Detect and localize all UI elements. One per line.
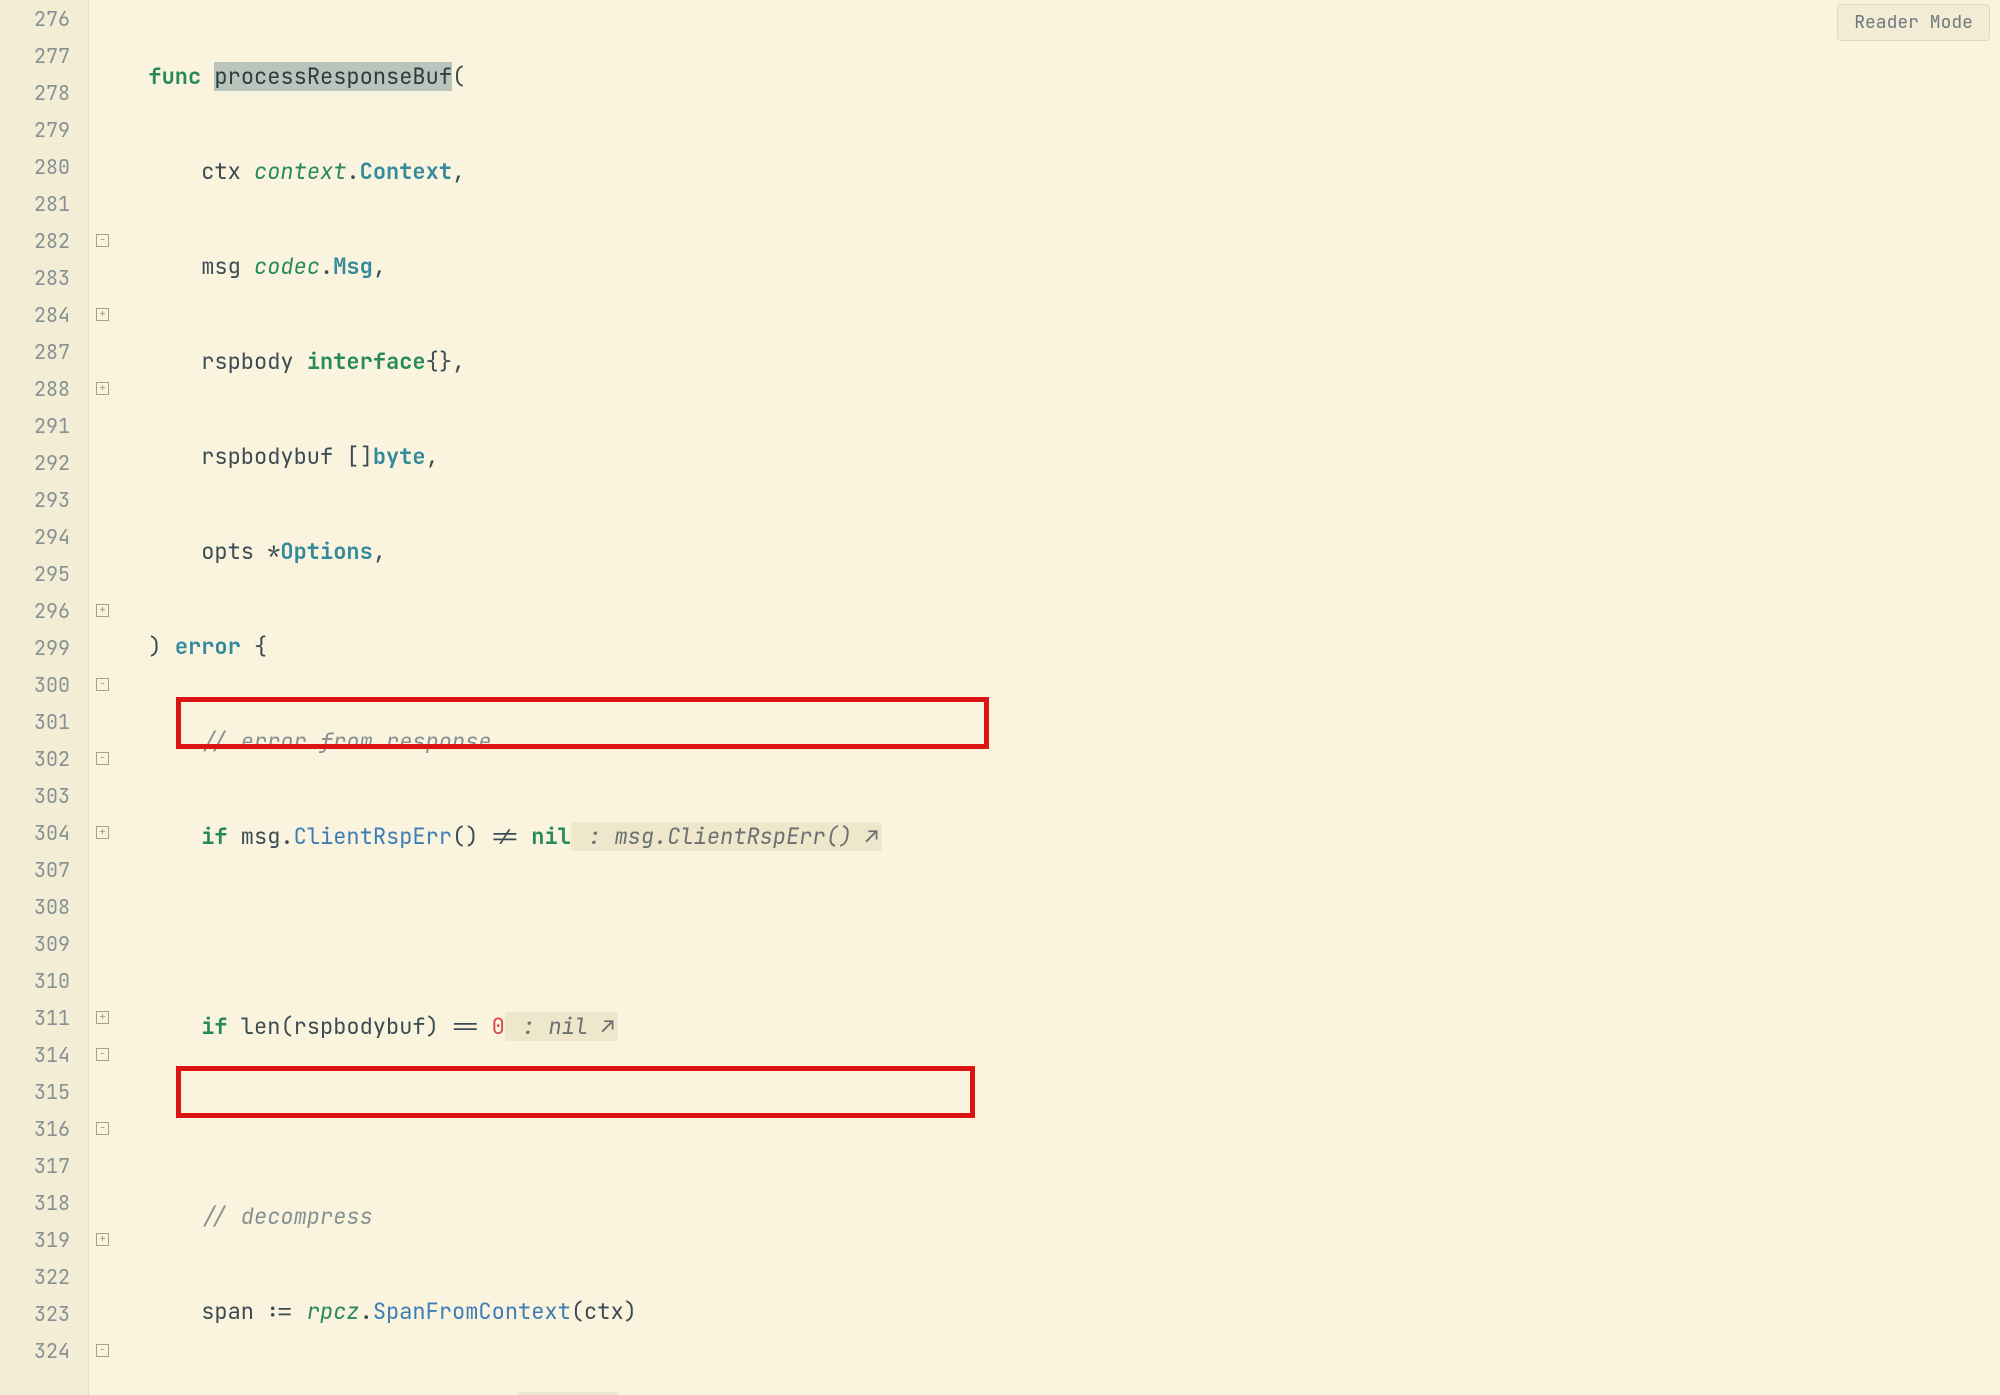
- line-number: 294: [0, 518, 88, 555]
- line-number: 287: [0, 333, 88, 370]
- code-line[interactable]: func processResponseBuf(: [122, 58, 2000, 95]
- fold-marker[interactable]: [89, 518, 116, 555]
- reader-mode-button[interactable]: Reader Mode: [1837, 4, 1990, 41]
- line-number: 292: [0, 444, 88, 481]
- fold-marker[interactable]: [89, 1073, 116, 1110]
- line-number: 284: [0, 296, 88, 333]
- line-number: 279: [0, 111, 88, 148]
- line-number: 301: [0, 703, 88, 740]
- line-number: 310: [0, 962, 88, 999]
- fold-marker[interactable]: [89, 37, 116, 74]
- line-number: 296: [0, 592, 88, 629]
- line-number: 300: [0, 666, 88, 703]
- line-number: 282: [0, 222, 88, 259]
- line-number: 288: [0, 370, 88, 407]
- code-line[interactable]: // decompress: [122, 1198, 2000, 1235]
- code-line[interactable]: opts *Options,: [122, 533, 2000, 570]
- fold-marker[interactable]: +: [89, 370, 116, 407]
- line-number: 319: [0, 1221, 88, 1258]
- fold-marker[interactable]: [89, 629, 116, 666]
- fold-marker[interactable]: [89, 111, 116, 148]
- fold-marker[interactable]: +: [89, 999, 116, 1036]
- fold-marker[interactable]: [89, 703, 116, 740]
- line-number: 299: [0, 629, 88, 666]
- line-number: 276: [0, 0, 88, 37]
- line-number: 278: [0, 74, 88, 111]
- fold-marker[interactable]: [89, 1147, 116, 1184]
- fold-marker[interactable]: [89, 74, 116, 111]
- line-number: 308: [0, 888, 88, 925]
- selected-identifier: processResponseBuf: [214, 62, 452, 91]
- fold-marker[interactable]: [89, 1184, 116, 1221]
- fold-marker[interactable]: [89, 259, 116, 296]
- line-number: 280: [0, 148, 88, 185]
- line-number: 323: [0, 1295, 88, 1332]
- line-number: 304: [0, 814, 88, 851]
- fold-marker[interactable]: [89, 777, 116, 814]
- fold-marker[interactable]: [89, 851, 116, 888]
- line-number: 302: [0, 740, 88, 777]
- fold-marker[interactable]: [89, 185, 116, 222]
- line-number: 309: [0, 925, 88, 962]
- line-number: 317: [0, 1147, 88, 1184]
- line-number: 291: [0, 407, 88, 444]
- code-line[interactable]: rspbody interface{},: [122, 343, 2000, 380]
- fold-marker[interactable]: [89, 925, 116, 962]
- fold-marker[interactable]: [89, 962, 116, 999]
- line-number: 314: [0, 1036, 88, 1073]
- return-arrow-icon: ↗: [865, 822, 878, 851]
- code-line[interactable]: span := rpcz.SpanFromContext(ctx): [122, 1293, 2000, 1330]
- code-line[interactable]: ctx context.Context,: [122, 153, 2000, 190]
- code-line[interactable]: [122, 1103, 2000, 1140]
- line-number: 277: [0, 37, 88, 74]
- code-line[interactable]: ) error {: [122, 628, 2000, 665]
- fold-marker[interactable]: −: [89, 1110, 116, 1147]
- line-number-gutter: 276 277 278 279 280 281 282 283 284 287 …: [0, 0, 88, 1395]
- line-number: 318: [0, 1184, 88, 1221]
- fold-marker[interactable]: −: [89, 1036, 116, 1073]
- code-line[interactable]: if len(rspbodybuf) == 0 : nil ↗: [122, 1008, 2000, 1045]
- code-line[interactable]: [122, 913, 2000, 950]
- code-line[interactable]: // error from response: [122, 723, 2000, 760]
- folded-hint[interactable]: : nil ↗: [505, 1012, 619, 1041]
- fold-marker[interactable]: [89, 555, 116, 592]
- fold-marker[interactable]: [89, 888, 116, 925]
- code-line[interactable]: _, end := span.NewChild( name: "Decompre…: [122, 1388, 2000, 1395]
- line-number: 283: [0, 259, 88, 296]
- fold-marker[interactable]: [89, 407, 116, 444]
- fold-marker[interactable]: [89, 148, 116, 185]
- fold-marker[interactable]: −: [89, 222, 116, 259]
- fold-marker[interactable]: [89, 444, 116, 481]
- line-number: 307: [0, 851, 88, 888]
- line-number: 324: [0, 1332, 88, 1369]
- fold-marker[interactable]: −: [89, 666, 116, 703]
- fold-marker[interactable]: −: [89, 740, 116, 777]
- line-number: 293: [0, 481, 88, 518]
- fold-marker[interactable]: [89, 0, 116, 37]
- line-number: 311: [0, 999, 88, 1036]
- fold-marker[interactable]: −: [89, 1332, 116, 1369]
- fold-marker[interactable]: +: [89, 592, 116, 629]
- fold-marker[interactable]: [89, 481, 116, 518]
- fold-marker[interactable]: [89, 333, 116, 370]
- line-number: 281: [0, 185, 88, 222]
- fold-marker[interactable]: [89, 1295, 116, 1332]
- line-number: 295: [0, 555, 88, 592]
- return-arrow-icon: ↗: [601, 1012, 614, 1041]
- fold-marker[interactable]: +: [89, 296, 116, 333]
- fold-gutter: − + + + − − + + − − + −: [88, 0, 116, 1395]
- line-number: 303: [0, 777, 88, 814]
- folded-hint[interactable]: : msg.ClientRspErr() ↗: [571, 822, 883, 851]
- line-number: 322: [0, 1258, 88, 1295]
- line-number: 316: [0, 1110, 88, 1147]
- code-line[interactable]: if msg.ClientRspErr() != nil : msg.Clien…: [122, 818, 2000, 855]
- line-number: 315: [0, 1073, 88, 1110]
- code-line[interactable]: rspbodybuf []byte,: [122, 438, 2000, 475]
- fold-marker[interactable]: +: [89, 814, 116, 851]
- fold-marker[interactable]: +: [89, 1221, 116, 1258]
- code-line[interactable]: msg codec.Msg,: [122, 248, 2000, 285]
- code-editor[interactable]: func processResponseBuf( ctx context.Con…: [116, 0, 2000, 1395]
- fold-marker[interactable]: [89, 1258, 116, 1295]
